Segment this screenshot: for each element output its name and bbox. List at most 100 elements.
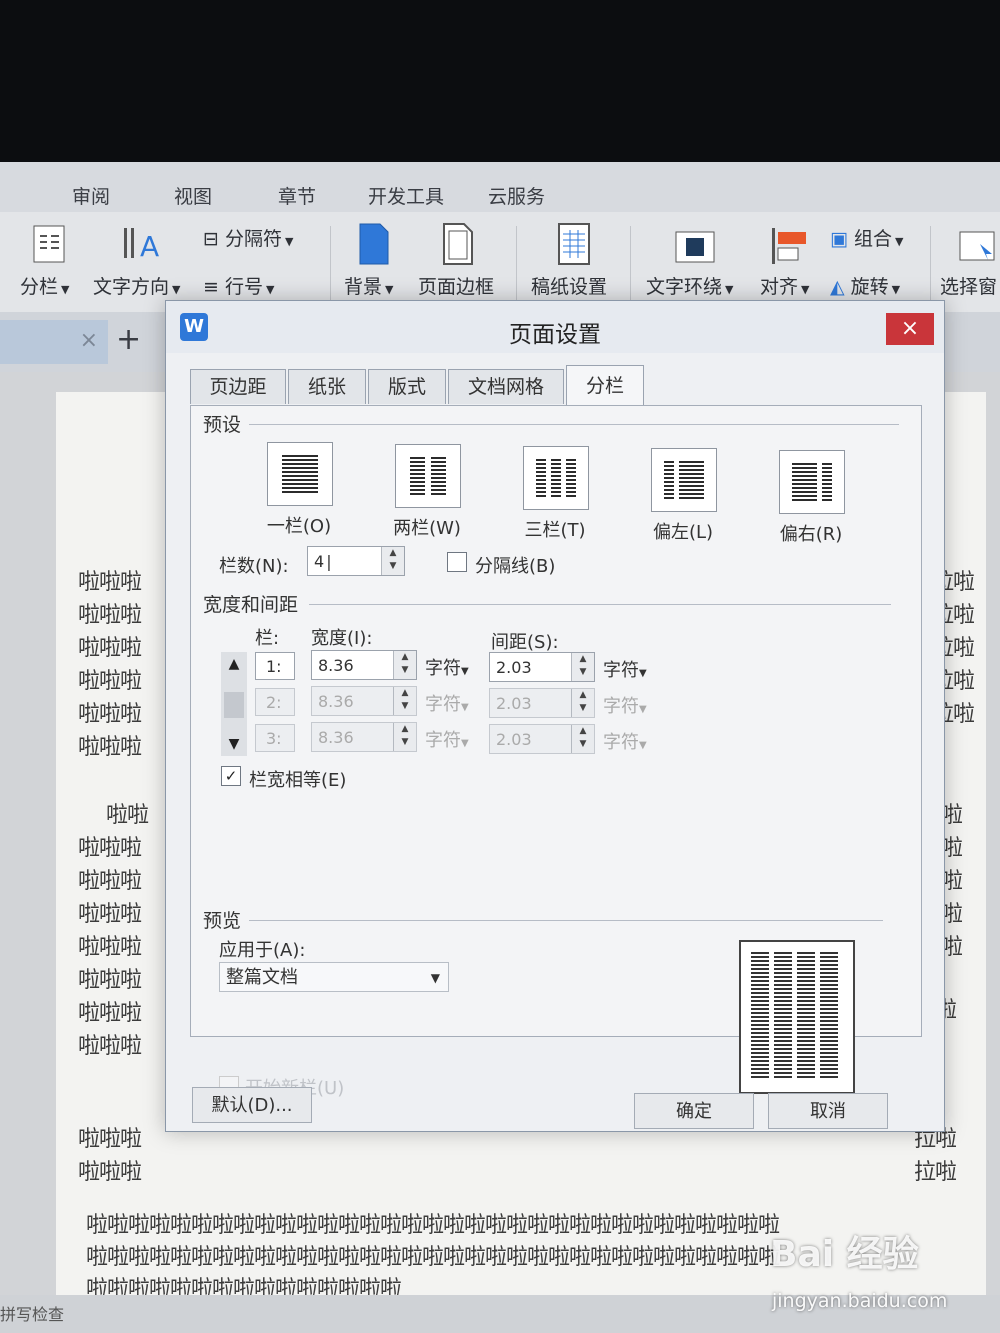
page-border-button[interactable]: 页面边框	[418, 272, 494, 299]
document-tab[interactable]: ×	[0, 320, 108, 364]
group-divider	[249, 920, 883, 921]
stepper-arrows[interactable]: ▲ ▼	[571, 689, 594, 717]
chevron-down-icon: ▼	[639, 668, 647, 679]
dialog-close-button[interactable]: ×	[886, 313, 934, 345]
menu-tab-review[interactable]: 审阅	[72, 182, 110, 209]
separator-checkbox[interactable]	[447, 552, 467, 572]
text-direction-button[interactable]: 文字方向 ▼	[93, 272, 180, 299]
column-width-input[interactable]: 8.36 ▲ ▼	[311, 686, 417, 716]
document-text-line: 拉啦	[914, 1160, 957, 1185]
text-wrap-button[interactable]: 文字环绕 ▼	[646, 272, 733, 299]
preset-left[interactable]	[651, 448, 717, 512]
watermark-url: jingyan.baidu.com	[772, 1290, 948, 1312]
scroll-thumb[interactable]	[224, 692, 244, 718]
stepper-arrows[interactable]: ▲ ▼	[381, 547, 404, 575]
ok-button[interactable]: 确定	[634, 1093, 754, 1129]
cancel-button[interactable]: 取消	[768, 1093, 888, 1129]
dialog-title: 页面设置	[509, 322, 601, 348]
spacing-unit-dropdown[interactable]: 字符▼	[603, 656, 647, 682]
column-number: 2:	[255, 688, 295, 716]
group-button[interactable]: ▣ 组合 ▼	[830, 224, 903, 251]
rotate-button[interactable]: ◭ 旋转 ▼	[830, 272, 900, 299]
spacing-unit-dropdown[interactable]: 字符▼	[603, 728, 647, 754]
menu-tab-developer[interactable]: 开发工具	[368, 182, 444, 209]
equal-width-checkbox[interactable]: ✓	[221, 766, 241, 786]
column-spacing-input[interactable]: 2.03 ▲ ▼	[489, 652, 595, 682]
preset-two-columns-label: 两栏(W)	[393, 518, 461, 539]
close-icon[interactable]: ×	[80, 328, 98, 353]
stepper-arrows[interactable]: ▲ ▼	[571, 653, 594, 681]
preset-right[interactable]	[779, 450, 845, 514]
columns-count-stepper[interactable]: 4 | ▲ ▼	[307, 546, 405, 576]
new-tab-button[interactable]: +	[116, 322, 141, 357]
three-columns-icon-part	[551, 459, 561, 497]
tab-document-grid[interactable]: 文档网格	[448, 369, 564, 404]
column-width-input[interactable]: 8.36 ▲ ▼	[311, 722, 417, 752]
section-break-button[interactable]: ⊟ 分隔符 ▼	[203, 224, 293, 251]
align-icon	[772, 228, 806, 264]
selection-pane-button[interactable]: 选择窗	[940, 272, 997, 299]
document-text-line: 啦啦啦	[78, 570, 142, 595]
document-text-line: 啦啦啦	[78, 1160, 142, 1185]
column-spacing-input[interactable]: 2.03 ▲ ▼	[489, 688, 595, 718]
stepper-arrows[interactable]: ▲ ▼	[393, 723, 416, 751]
stepper-arrows[interactable]: ▲ ▼	[571, 725, 594, 753]
chevron-down-icon: ▼	[725, 283, 734, 296]
document-text-line: 啦啦啦	[78, 669, 142, 694]
preset-one-column-label: 一栏(O)	[266, 516, 332, 537]
preset-three-columns[interactable]	[523, 446, 589, 510]
dialog-titlebar[interactable]: W 页面设置 ×	[166, 301, 944, 353]
unit-label: 字符	[603, 660, 639, 681]
column-spacing-value: 2.03	[496, 694, 532, 713]
manuscript-settings-button[interactable]: 稿纸设置	[531, 272, 607, 299]
manuscript-icon	[558, 223, 590, 265]
tab-columns[interactable]: 分栏	[566, 365, 644, 406]
checkmark-icon: ✓	[224, 767, 238, 785]
spacing-unit-dropdown[interactable]: 字符▼	[603, 692, 647, 718]
line-number-button[interactable]: ≡ 行号 ▼	[203, 272, 274, 299]
apply-to-select[interactable]: 整篇文档 ▼	[219, 962, 449, 992]
apply-to-label: 应用于(A):	[219, 940, 306, 961]
document-text-line: 啦啦啦	[78, 902, 142, 927]
tab-layout[interactable]: 版式	[368, 369, 446, 404]
default-button[interactable]: 默认(D)...	[192, 1087, 312, 1123]
menu-tab-chapter[interactable]: 章节	[278, 182, 316, 209]
column-width-input[interactable]: 8.36 ▲ ▼	[311, 650, 417, 680]
text-direction-icon: A	[124, 228, 159, 263]
scroll-down-icon[interactable]: ▼	[223, 736, 245, 752]
background-button[interactable]: 背景 ▼	[344, 272, 393, 299]
column-spacing-input[interactable]: 2.03 ▲ ▼	[489, 724, 595, 754]
group-label: 组合	[854, 228, 893, 250]
document-text-line: 啦啦啦	[78, 1034, 142, 1059]
width-unit-dropdown[interactable]: 字符▼	[425, 654, 469, 680]
stepper-arrows[interactable]: ▲ ▼	[393, 687, 416, 715]
preview-column	[797, 952, 815, 1080]
spell-check-status[interactable]: 拼写检查	[0, 1301, 64, 1325]
document-text-line: 啦啦啦	[78, 935, 142, 960]
menu-tab-cloud[interactable]: 云服务	[488, 182, 545, 209]
stepper-arrows[interactable]: ▲ ▼	[393, 651, 416, 679]
preset-two-columns[interactable]	[395, 444, 461, 508]
chevron-down-icon: ▼	[801, 283, 810, 296]
column-spacing-value: 2.03	[496, 658, 532, 677]
tab-paper[interactable]: 纸张	[288, 369, 366, 404]
dialog-tab-row: 页边距 纸张 版式 文档网格 分栏	[190, 365, 920, 406]
tab-margins[interactable]: 页边距	[190, 369, 286, 404]
line-number-label: 行号	[224, 276, 263, 298]
scroll-up-icon[interactable]: ▲	[223, 656, 245, 672]
align-button[interactable]: 对齐 ▼	[760, 272, 809, 299]
column-scrollbar[interactable]: ▲ ▼	[221, 652, 247, 756]
menu-tab-view[interactable]: 视图	[174, 182, 212, 209]
group-icon: ▣	[830, 228, 854, 250]
preview-column	[774, 952, 792, 1080]
columns-button[interactable]: 分栏 ▼	[20, 272, 69, 299]
document-text-line: 啦啦啦	[78, 735, 142, 760]
chevron-down-icon: ▼	[461, 738, 469, 749]
preset-one-column[interactable]	[267, 442, 333, 506]
right-column-icon-part	[822, 463, 832, 501]
width-unit-dropdown[interactable]: 字符▼	[425, 726, 469, 752]
chevron-down-icon: ▼	[385, 283, 394, 296]
text-wrap-icon	[675, 231, 715, 263]
document-text-line: 啦啦	[106, 803, 149, 828]
width-unit-dropdown[interactable]: 字符▼	[425, 690, 469, 716]
